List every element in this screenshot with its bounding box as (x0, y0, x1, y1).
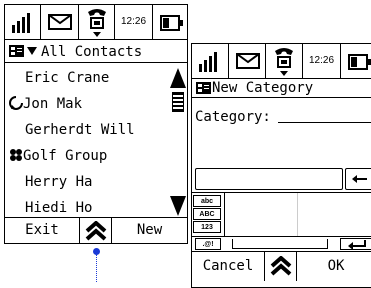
contacts-header[interactable]: All Contacts (5, 40, 187, 63)
status-bar: 12:26 (5, 5, 187, 40)
contact-name: Jon Mak (23, 96, 83, 112)
contact-name: Gerherdt Will (25, 122, 135, 138)
category-form: Category: (192, 99, 371, 169)
clock: 12:26 (115, 5, 153, 39)
exit-button[interactable]: Exit (5, 218, 80, 243)
category-label: Category: (195, 109, 271, 125)
category-input[interactable] (278, 122, 371, 123)
symbols-button[interactable]: .@! (195, 238, 221, 250)
contact-item-hiedi-ho[interactable]: Hiedi Ho (25, 200, 92, 216)
input-panel: abc ABC 123 .@! (192, 192, 371, 250)
menu-button[interactable] (265, 252, 297, 281)
double-chevron-up-icon (85, 221, 107, 241)
text-entry-field[interactable] (195, 168, 343, 190)
connector-line (96, 255, 97, 282)
clock: 12:26 (303, 44, 341, 78)
scroll-thumb[interactable] (172, 92, 184, 112)
handwriting-divider (297, 193, 298, 236)
scrollbar[interactable] (169, 66, 187, 218)
phone-icon (9, 96, 23, 110)
contacts-book-icon (196, 82, 211, 94)
ok-button[interactable]: OK (297, 252, 371, 281)
double-chevron-up-icon (270, 256, 292, 276)
contact-item-herry-ha[interactable]: Herry Ha (25, 174, 92, 190)
messages-icon[interactable] (41, 5, 79, 39)
contact-name: Herry Ha (25, 174, 93, 190)
contacts-book-icon (9, 45, 24, 57)
new-category-header: New Category (192, 79, 371, 98)
battery-icon (341, 44, 371, 78)
mode-numeric-button[interactable]: 123 (193, 221, 221, 233)
signal-strength-icon (192, 44, 229, 78)
contact-item-golf-group[interactable]: Golf Group (9, 148, 107, 164)
softkey-bar: Cancel OK (192, 251, 371, 281)
mode-abc-button[interactable]: abc (193, 195, 221, 207)
menu-button[interactable] (80, 218, 112, 243)
contact-name: Golf Group (23, 148, 108, 164)
messages-icon[interactable] (229, 44, 266, 78)
mode-uppercase-button[interactable]: ABC (193, 208, 221, 220)
battery-icon (153, 5, 187, 39)
group-icon (10, 149, 22, 161)
status-bar: 12:26 (192, 44, 371, 79)
phone-status-icon[interactable] (266, 44, 303, 78)
contact-name: Hiedi Ho (25, 200, 93, 216)
clock-time: 12:26 (309, 55, 335, 66)
backspace-arrow-icon (352, 175, 367, 183)
contacts-screen: 12:26 All Contacts Eric Crane Jon Mak Ge… (4, 4, 188, 244)
new-button[interactable]: New (112, 218, 187, 243)
contact-item-jon-mak[interactable]: Jon Mak (9, 96, 82, 112)
dropdown-arrow-icon[interactable] (27, 46, 39, 56)
cancel-button[interactable]: Cancel (192, 252, 265, 281)
signal-strength-icon (5, 5, 41, 39)
handwriting-area[interactable] (224, 193, 371, 236)
new-category-screen: 12:26 New Category Category: abc ABC 123… (191, 43, 371, 288)
phone-status-icon[interactable] (79, 5, 115, 39)
contact-item-gerherdt-will[interactable]: Gerherdt Will (25, 122, 135, 138)
clock-time: 12:26 (121, 16, 147, 27)
softkey-bar: Exit New (5, 217, 187, 243)
keyboard-row: .@! (192, 236, 371, 251)
scroll-up-arrow-icon[interactable] (169, 66, 187, 90)
backspace-button[interactable] (345, 168, 371, 190)
contact-list: Eric Crane Jon Mak Gerherdt Will Golf Gr… (5, 64, 187, 221)
page-title: New Category (212, 80, 314, 96)
contact-name: Eric Crane (25, 70, 110, 86)
connector-dot (93, 248, 100, 255)
space-bar[interactable] (232, 239, 328, 249)
enter-button[interactable] (340, 238, 371, 250)
enter-arrow-icon (348, 240, 366, 250)
page-title: All Contacts (41, 44, 143, 60)
contact-item-eric-crane[interactable]: Eric Crane (25, 70, 109, 86)
scroll-down-arrow-icon[interactable] (169, 194, 187, 218)
